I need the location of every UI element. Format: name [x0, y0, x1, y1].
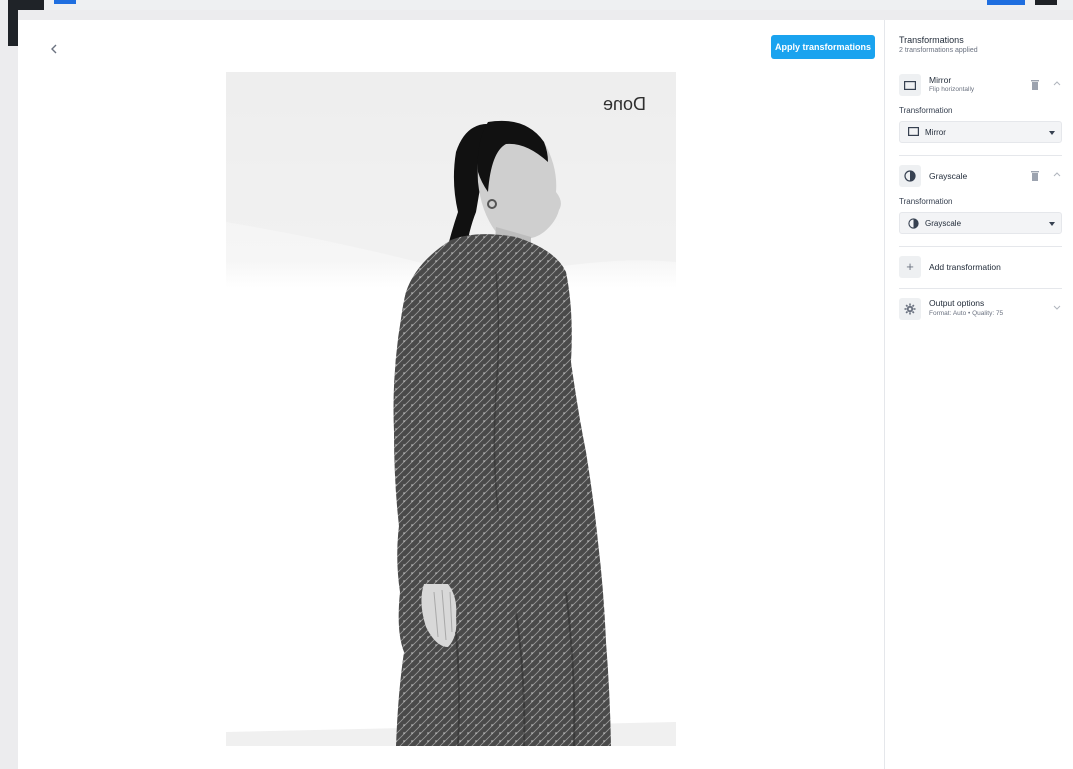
- mirror-icon: [899, 74, 921, 96]
- preview-image: Done: [226, 72, 676, 746]
- plus-icon: +: [899, 256, 921, 278]
- divider: [899, 288, 1062, 289]
- transformation-card-mirror: Mirror Flip horizontally Transformation …: [899, 74, 1062, 154]
- transformations-panel: Transformations 2 transformations applie…: [884, 20, 1073, 769]
- caret-down-icon: [1049, 131, 1055, 135]
- transformation-description: Flip horizontally: [929, 86, 975, 93]
- transformation-field-label: Transformation: [899, 197, 953, 206]
- mirrored-image-text: Done: [603, 94, 646, 114]
- divider: [899, 155, 1062, 156]
- mirror-icon: [908, 127, 919, 136]
- image-preview: Done: [226, 72, 676, 746]
- trash-icon[interactable]: [1031, 80, 1039, 90]
- chevron-down-icon: [1053, 305, 1061, 310]
- chevron-left-icon: [51, 44, 57, 54]
- add-transformation-button[interactable]: + Add transformation: [899, 256, 1062, 278]
- transformation-field-label: Transformation: [899, 106, 953, 115]
- grayscale-icon: [899, 165, 921, 187]
- topbar-dark-block: [8, 0, 44, 10]
- panel-title: Transformations: [899, 35, 964, 45]
- trash-icon[interactable]: [1031, 171, 1039, 181]
- gear-icon: [899, 298, 921, 320]
- chevron-up-icon[interactable]: [1053, 80, 1061, 86]
- topbar-secondary-button[interactable]: [1035, 0, 1057, 5]
- apply-transformations-button[interactable]: Apply transformations: [771, 35, 875, 59]
- chevron-up-icon[interactable]: [1053, 171, 1061, 177]
- topbar-primary-button[interactable]: [987, 0, 1025, 5]
- transformation-name: Mirror: [929, 75, 952, 85]
- app-sidebar-edge: [8, 10, 18, 46]
- transformation-select-grayscale[interactable]: Grayscale: [899, 212, 1062, 234]
- topbar-tab-indicator: [54, 0, 76, 4]
- caret-down-icon: [1049, 222, 1055, 226]
- output-options-summary: Format: Auto • Quality: 75: [929, 310, 1004, 317]
- back-button[interactable]: [46, 41, 62, 57]
- select-value: Mirror: [925, 128, 946, 137]
- output-options-row[interactable]: Output options Format: Auto • Quality: 7…: [899, 298, 1062, 324]
- panel-subtitle: 2 transformations applied: [899, 47, 978, 54]
- grayscale-icon: [908, 218, 919, 229]
- add-transformation-label: Add transformation: [929, 262, 1001, 272]
- select-value: Grayscale: [925, 219, 962, 228]
- app-topbar: [0, 0, 1073, 10]
- output-options-title: Output options: [929, 298, 985, 308]
- transformation-card-grayscale: Grayscale Transformation Grayscale: [899, 165, 1062, 245]
- app-left-strip: [0, 10, 8, 769]
- divider: [899, 246, 1062, 247]
- transform-modal: Apply transformations Done Transformatio…: [18, 20, 1073, 769]
- transformation-name: Grayscale: [929, 171, 968, 181]
- transformation-select-mirror[interactable]: Mirror: [899, 121, 1062, 143]
